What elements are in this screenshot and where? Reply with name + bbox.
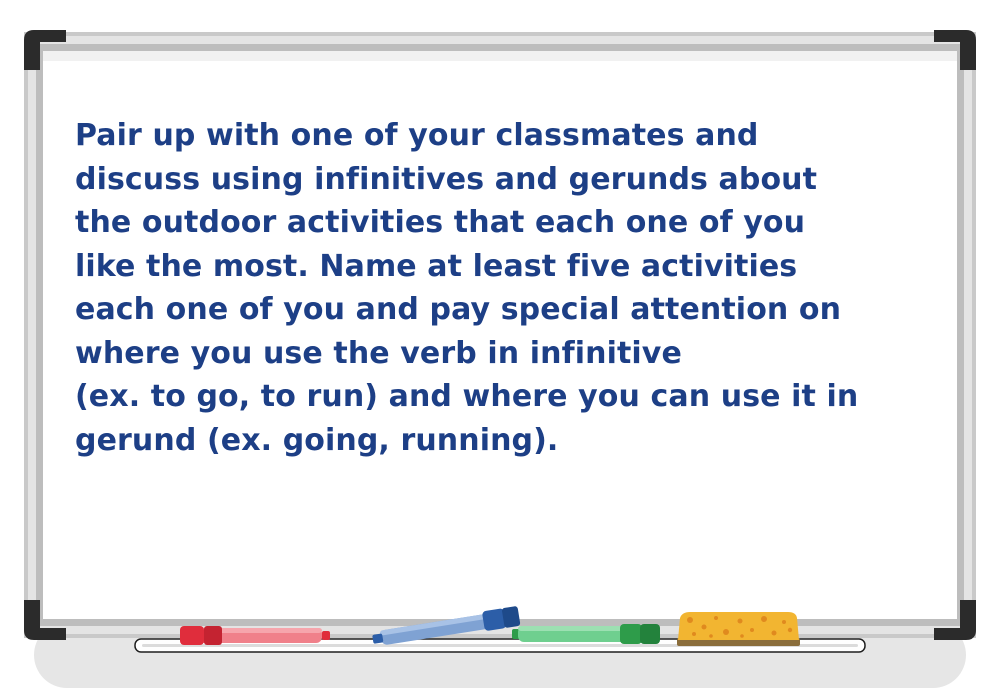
whiteboard-scene: Pair up with one of your classmates and … xyxy=(0,0,1000,700)
instruction-line: discuss using infinitives and gerunds ab… xyxy=(75,161,818,197)
instruction-line: each one of you and pay special attentio… xyxy=(75,292,842,327)
instruction-line: where you use the verb in infinitive xyxy=(75,335,682,371)
instruction-line: (ex. to go, to run) and where you can us… xyxy=(75,379,859,414)
instruction-line: Pair up with one of your classmates and xyxy=(75,118,759,153)
instruction-line: the outdoor activities that each one of … xyxy=(75,205,806,240)
red-marker-icon xyxy=(180,626,330,645)
green-marker-icon xyxy=(512,624,660,644)
sponge-eraser-icon xyxy=(677,612,800,646)
board-instructions: Pair up with one of your classmates and … xyxy=(75,114,945,462)
instruction-line: like the most. Name at least five activi… xyxy=(75,248,798,284)
instruction-line: gerund (ex. going, running). xyxy=(75,422,559,458)
